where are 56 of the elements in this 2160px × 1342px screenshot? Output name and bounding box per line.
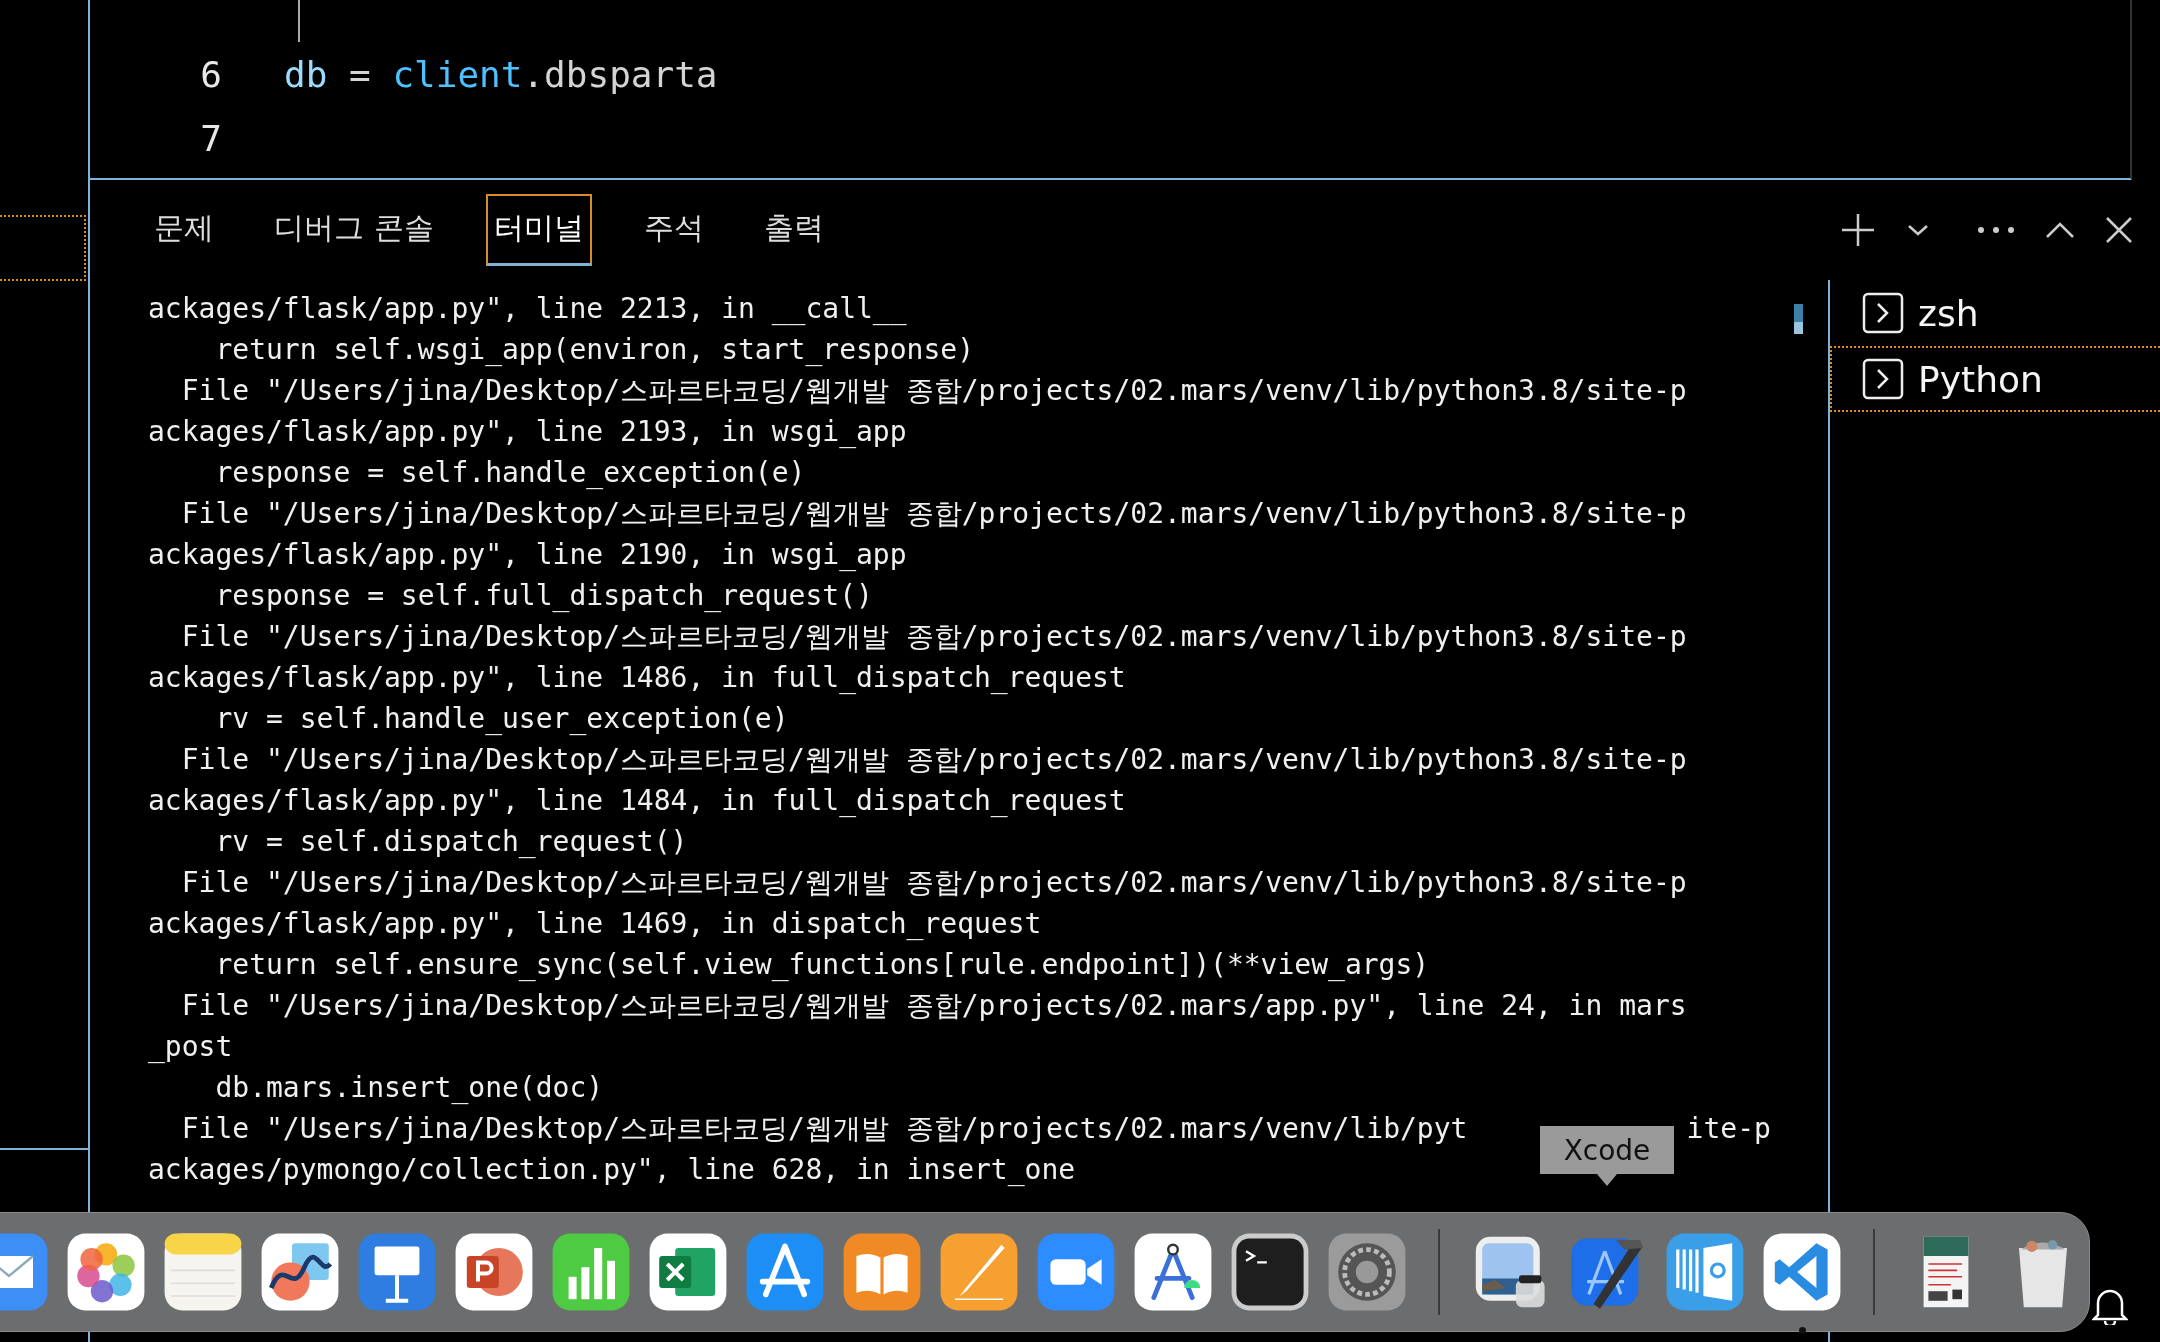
chevron-down-icon[interactable] [1906, 222, 1930, 238]
terminal-line: return self.ensure_sync(self.view_functions[rule.endpoint])(**view_args) [214, 948, 1430, 981]
terminal-text: ite-p [1686, 1112, 1771, 1145]
scrollbar-thumb[interactable] [1794, 304, 1803, 334]
terminal-icon[interactable] [1230, 1232, 1310, 1312]
line-number: 7 [199, 117, 222, 159]
dock-tooltip: Xcode [1540, 1126, 1674, 1186]
terminal-line: File "/Users/jina/Desktop/스파르타코딩/웹개발 종합/projects/02.mars/venv/lib/python3.8/site-p [180, 743, 1687, 776]
book-icon[interactable] [842, 1232, 922, 1312]
bar-chart-icon[interactable] [551, 1232, 631, 1312]
terminal-icon [1862, 292, 1904, 334]
chevron-up-icon[interactable] [2044, 220, 2076, 240]
terminal-line: File "/Users/jina/Desktop/스파르타코딩/웹개발 종합/projects/02.mars/app.py", line 24, in mars [180, 989, 1687, 1022]
terminal-line: response = self.full_dispatch_request() [214, 579, 873, 612]
compass-icon[interactable] [1133, 1232, 1213, 1312]
terminal-line: ackages/pymongo/collection.py", line 628, in insert_one [148, 1153, 1076, 1186]
terminal-line: ackages/flask/app.py", line 2190, in wsgi_app [148, 538, 907, 571]
terminal-line: ackages/flask/app.py", line 2193, in wsgi_app [148, 415, 907, 448]
notepad-icon[interactable] [163, 1232, 243, 1312]
panel-tab[interactable]: 디버그 콘솔 [266, 194, 442, 266]
terminal-line: ackages/flask/app.py", line 2213, in __call__ [148, 292, 907, 325]
terminal-line: response = self.handle_exception(e) [214, 456, 806, 489]
app-store-icon[interactable] [745, 1232, 825, 1312]
pen-icon[interactable] [939, 1232, 1019, 1312]
panel-tab[interactable]: 출력 [755, 194, 832, 266]
line-number: 6 [199, 53, 222, 95]
terminal-line: File "/Users/jina/Desktop/스파르타코딩/웹개발 종합/projects/02.mars/venv/lib/pyt [180, 1112, 1468, 1145]
terminal-icon [1862, 358, 1904, 400]
document-viewer-icon[interactable] [1665, 1232, 1745, 1312]
terminal-line: _post [148, 1030, 233, 1063]
terminal-line: File "/Users/jina/Desktop/스파르타코딩/웹개발 종합/projects/02.mars/venv/lib/python3.8/site-p [180, 497, 1687, 530]
video-camera-icon[interactable] [1036, 1232, 1116, 1312]
more-icon[interactable] [1976, 226, 2016, 234]
terminal-line: rv = self.handle_user_exception(e) [214, 702, 789, 735]
terminal-line: File "/Users/jina/Desktop/스파르타코딩/웹개발 종합/projects/02.mars/venv/lib/python3.8/site-p [180, 620, 1687, 653]
panel-tab[interactable]: 주석 [635, 194, 712, 266]
scribble-icon[interactable] [260, 1232, 340, 1312]
panel-tab[interactable]: 문제 [146, 194, 222, 266]
code-line: db = client.dbsparta [284, 53, 718, 95]
podium-icon[interactable] [357, 1232, 437, 1312]
close-icon[interactable] [2104, 215, 2134, 245]
spreadsheet-icon[interactable] [648, 1232, 728, 1312]
flower-icon[interactable] [66, 1232, 146, 1312]
terminal-line: return self.wsgi_app(environ, start_response) [214, 333, 974, 366]
terminal-name[interactable]: zsh [1918, 292, 1979, 334]
terminal-line: File "/Users/jina/Desktop/스파르타코딩/웹개발 종합/projects/02.mars/venv/lib/python3.8/site-p [180, 866, 1687, 899]
code-editor-icon[interactable] [1762, 1232, 1842, 1312]
terminal-line: ackages/flask/app.py", line 1486, in full_dispatch_request [148, 661, 1126, 694]
terminal-line: rv = self.dispatch_request() [214, 825, 688, 858]
terminal-line: File "/Users/jina/Desktop/스파르타코딩/웹개발 종합/projects/02.mars/venv/lib/python3.8/site-p [180, 374, 1687, 407]
gear-icon[interactable] [1327, 1232, 1407, 1312]
terminal-line: ackages/flask/app.py", line 1469, in dispatch_request [148, 907, 1042, 940]
presentation-icon[interactable] [454, 1232, 534, 1312]
panel-tab[interactable]: 터미널 [485, 194, 592, 266]
terminal-line: ackages/flask/app.py", line 1484, in full_dispatch_request [148, 784, 1126, 817]
terminal-line: db.mars.insert_one(doc) [214, 1071, 604, 1104]
